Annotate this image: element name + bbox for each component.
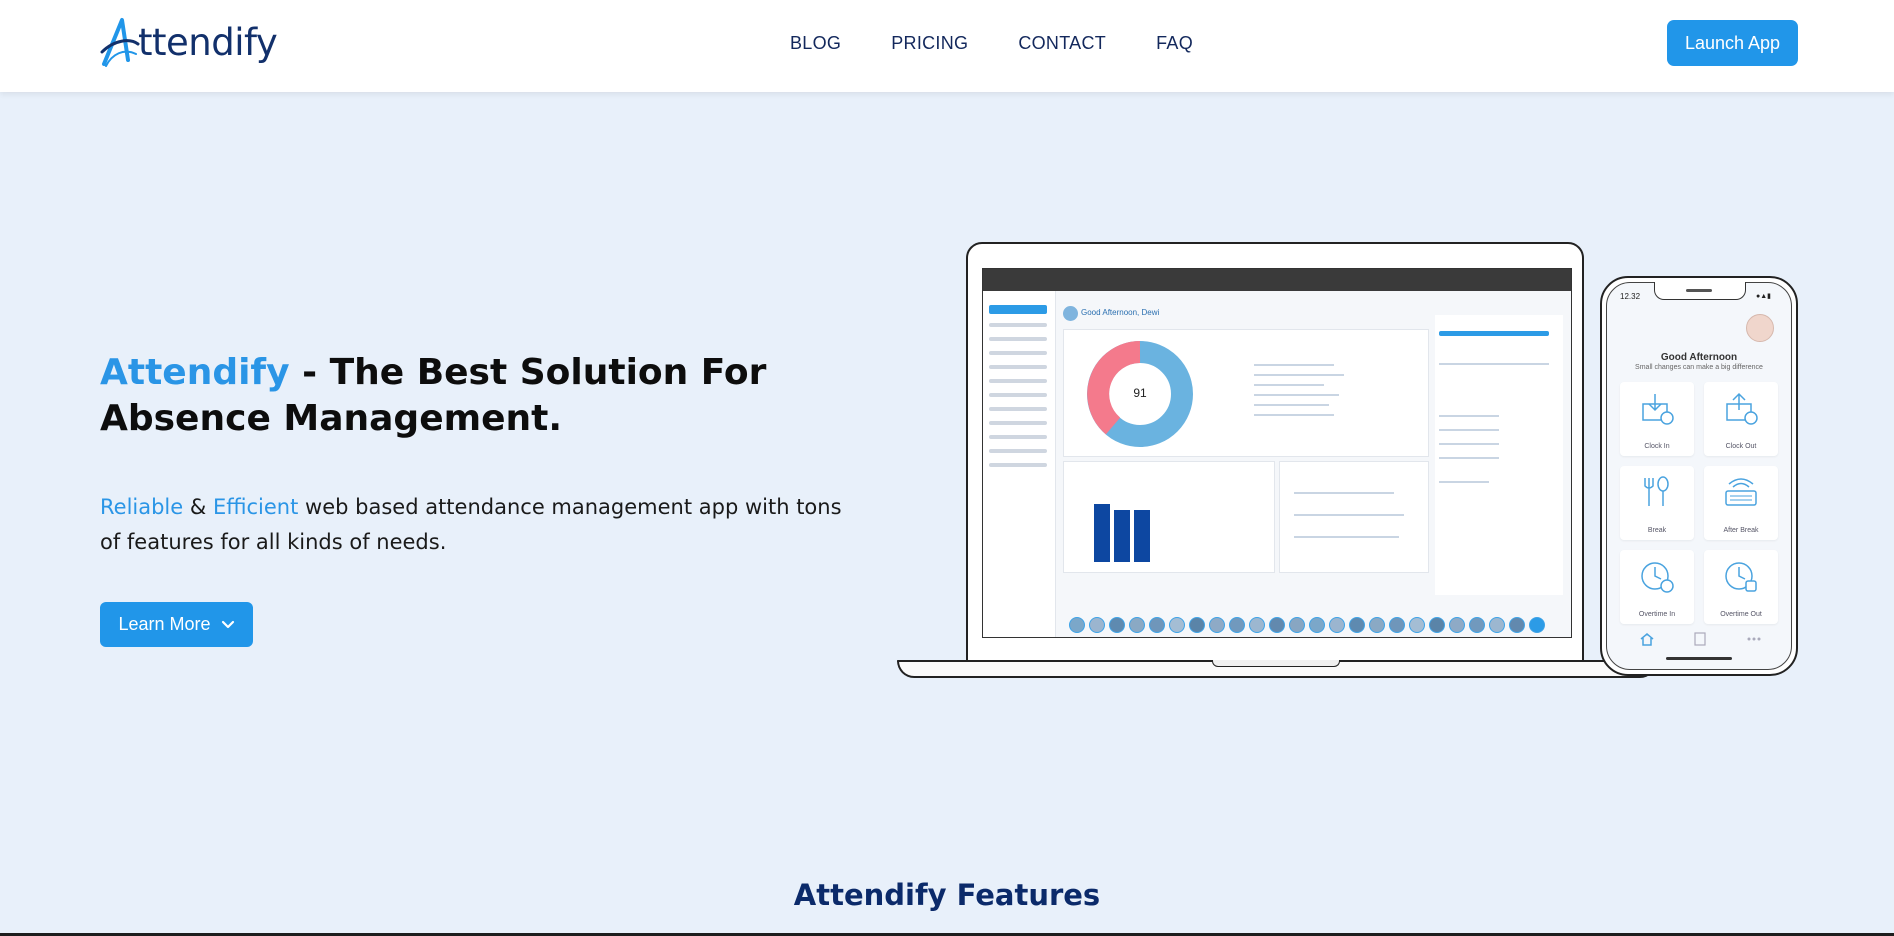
dashboard-screenshot: Good Afternoon, Dewi 91 (982, 268, 1572, 638)
hero-subtitle: Reliable & Efficient web based attendanc… (100, 490, 860, 560)
logo-a-icon (100, 18, 140, 67)
clock-icon (1641, 562, 1674, 593)
hero-sub-and: & (183, 495, 213, 519)
phone-status-icons: ●▲▮ (1756, 293, 1772, 300)
chart-bar (1094, 504, 1110, 562)
more-icon (1747, 637, 1761, 641)
tile-overtime-in: Overtime In (1620, 550, 1694, 624)
news-card (1279, 461, 1429, 573)
chevron-down-icon (221, 620, 234, 628)
tile-break: Break (1620, 466, 1694, 540)
attendance-card: 91 (1063, 329, 1429, 457)
dashboard-greeting: Good Afternoon, Dewi (1081, 308, 1160, 317)
employee-avatar-strip (1069, 617, 1549, 633)
donut-value: 91 (1133, 386, 1147, 400)
tile-label: Clock Out (1725, 443, 1757, 450)
learn-more-label: Learn More (118, 614, 211, 634)
hero-sub-efficient: Efficient (212, 495, 299, 519)
hero-title-brand: Attendify (100, 352, 290, 393)
laptop-notch (1212, 660, 1340, 667)
logo-text: ttendify (138, 20, 278, 64)
dashboard-sidebar (983, 291, 1056, 637)
keyboard-wifi-icon (1725, 478, 1757, 506)
clock-in-icon (1642, 394, 1674, 425)
tile-label: After Break (1723, 527, 1759, 534)
nav-blog[interactable]: BLOG (790, 30, 841, 56)
document-icon (1694, 632, 1706, 646)
dashboard-avatar (1063, 306, 1078, 321)
main-nav: BLOG PRICING CONTACT FAQ (790, 30, 1243, 56)
phone-home-indicator (1666, 657, 1732, 660)
learn-more-button[interactable]: Learn More (100, 602, 253, 647)
phone-greeting-sub: Small changes can make a big difference (1635, 364, 1763, 371)
tile-label: Overtime In (1638, 611, 1676, 618)
clock-out-icon (1726, 392, 1758, 425)
phone-greeting: Good Afternoon (1660, 352, 1738, 363)
tile-clock-in: Clock In (1620, 382, 1694, 456)
features-heading: Attendify Features (793, 878, 1101, 912)
clock-icon (1725, 562, 1757, 592)
nav-faq[interactable]: FAQ (1156, 30, 1193, 56)
fork-spoon-icon (1644, 476, 1669, 506)
phone-speaker (1686, 289, 1712, 292)
tile-after-break: After Break (1704, 466, 1778, 540)
tile-label: Break (1647, 527, 1667, 534)
dashboard-topbar (983, 269, 1571, 291)
tile-label: Clock In (1644, 443, 1670, 450)
tile-label: Overtime Out (1720, 611, 1762, 618)
nav-contact[interactable]: CONTACT (1018, 30, 1106, 56)
phone-bottom-nav (1606, 626, 1792, 656)
chart-bar (1114, 510, 1130, 562)
phone-user-avatar (1746, 314, 1774, 342)
dashboard-right-panel (1435, 315, 1563, 595)
tile-overtime-out: Overtime Out (1704, 550, 1778, 624)
home-icon (1640, 633, 1654, 646)
site-header: ttendify BLOG PRICING CONTACT FAQ Launch… (0, 0, 1894, 92)
hero-sub-reliable: Reliable (100, 495, 184, 519)
tile-clock-out: Clock Out (1704, 382, 1778, 456)
bar-chart-card (1063, 461, 1275, 573)
chart-bar (1134, 510, 1150, 562)
logo[interactable]: ttendify (100, 14, 278, 70)
launch-app-button[interactable]: Launch App (1667, 20, 1798, 66)
hero-title: Attendify - The Best Solution For Absenc… (100, 350, 860, 442)
nav-pricing[interactable]: PRICING (891, 30, 968, 56)
phone-time: 12.32 (1620, 292, 1641, 301)
